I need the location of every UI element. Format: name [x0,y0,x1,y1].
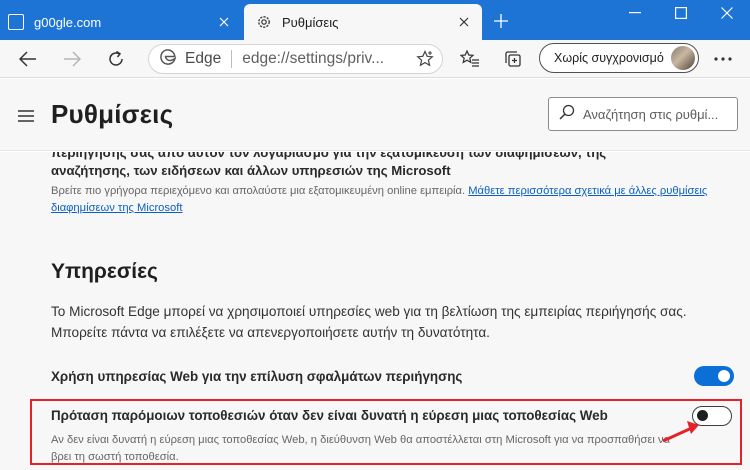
more-options-button[interactable] [708,44,738,74]
personalization-label-line-2: αναζήτησης, των ειδήσεων και άλλων υπηρε… [51,163,451,178]
favorites-button[interactable] [455,44,485,74]
url-scheme: edge:// [242,50,290,67]
profile-sync-button[interactable]: Χωρίς συγχρονισμό [539,43,699,73]
page-icon [8,14,24,30]
tab-label: Ρυθμίσεις [282,14,339,30]
back-button[interactable] [13,44,43,74]
settings-header: Ρυθμίσεις [0,79,750,151]
forward-button[interactable] [57,44,87,74]
section-title-services: Υπηρεσίες [51,260,158,283]
tab-settings[interactable]: Ρυθμίσεις [244,4,482,40]
new-tab-button[interactable] [490,10,512,32]
settings-search[interactable] [548,97,738,131]
personalization-description: Βρείτε πιο γρήγορα περιεχόμενο και απολα… [51,183,731,217]
url-path: settings/priv... [289,50,385,67]
tab-label: g00gle.com [34,14,102,30]
services-description: Το Microsoft Edge μπορεί να χρησιμοποιεί… [51,304,687,340]
favorite-star-icon[interactable] [416,50,434,73]
sync-label: Χωρίς συγχρονισμό [554,51,664,65]
setting-navigation-errors-label: Χρήση υπηρεσίας Web για την επίλυση σφαλ… [51,369,463,384]
close-icon[interactable] [212,17,236,27]
address-brand: Edge [185,50,222,67]
collections-button[interactable] [498,44,528,74]
settings-content: περιήγησης σας από αυτόν τον λογαριασμό … [0,152,750,470]
edge-logo-icon [159,48,177,71]
close-icon[interactable] [452,17,476,27]
tab-google[interactable]: g00gle.com [2,4,242,40]
gear-icon [256,14,272,30]
title-bar: g00gle.com Ρυθμίσεις [0,0,750,40]
address-bar[interactable]: Edge edge://settings/priv... [148,44,443,74]
search-icon [559,104,575,125]
personalization-label-line-1: περιήγησης σας από αυτόν τον λογαριασμό … [51,152,607,160]
avatar [671,46,695,70]
refresh-button[interactable] [101,44,131,74]
menu-icon[interactable] [18,109,34,127]
page-title: Ρυθμίσεις [51,99,174,129]
navigation-errors-toggle[interactable] [694,366,734,386]
search-input[interactable] [583,106,733,122]
minimize-button[interactable] [612,0,658,26]
personalization-description-text: Βρείτε πιο γρήγορα περιεχόμενο και απολα… [51,185,466,197]
address-separator [231,50,233,68]
highlight-box [30,399,742,465]
red-arrow-icon [662,421,699,443]
maximize-button[interactable] [658,0,704,26]
window-close-button[interactable] [704,0,750,26]
toggle-knob [718,370,730,382]
